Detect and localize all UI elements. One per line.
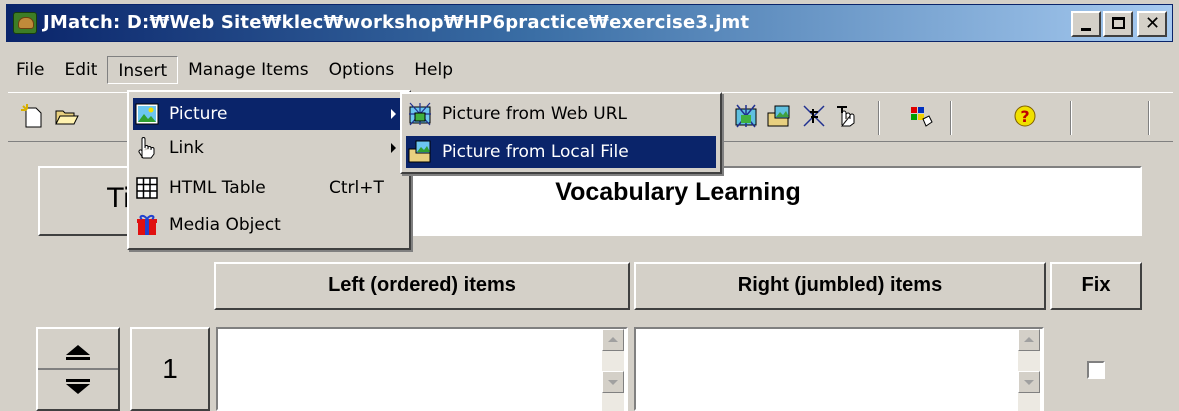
insert-table-shortcut: Ctrl+T (329, 178, 384, 198)
row-number: 1 (130, 327, 210, 411)
move-down-icon-bar (66, 379, 90, 382)
web-picture-icon[interactable] (733, 103, 759, 129)
new-file-icon[interactable] (20, 103, 46, 129)
menu-insert[interactable]: Insert (107, 56, 179, 84)
local-picture-icon[interactable] (766, 103, 792, 129)
reorder-buttons (36, 327, 120, 411)
toolbar-separator (878, 101, 880, 135)
menu-manage-items[interactable]: Manage Items (178, 56, 319, 84)
submenu-arrow-icon (391, 143, 396, 153)
right-item-scrollbar[interactable] (1018, 329, 1040, 411)
picture-submenu: Picture from Web URL Picture from Local … (400, 92, 722, 174)
toolbar-separator (1148, 101, 1150, 135)
scroll-up-icon[interactable] (1018, 329, 1040, 351)
insert-media-label: Media Object (169, 215, 281, 235)
open-folder-icon[interactable] (54, 103, 80, 129)
scroll-down-icon[interactable] (602, 371, 624, 393)
picture-icon (135, 102, 159, 126)
submenu-arrow-icon (391, 109, 396, 119)
insert-link-item[interactable]: Link (133, 132, 405, 164)
palette-icon[interactable] (908, 103, 934, 129)
link-cut-icon[interactable] (834, 103, 860, 129)
insert-link-label: Link (169, 138, 204, 158)
insert-media-item[interactable]: Media Object (133, 209, 405, 241)
toolbar-separator (1070, 101, 1072, 135)
picture-from-local-label: Picture from Local File (442, 142, 629, 162)
scroll-up-icon[interactable] (602, 329, 624, 351)
reorder-divider (38, 368, 118, 370)
menu-bar: File Edit Insert Manage Items Options He… (6, 56, 463, 84)
menu-help[interactable]: Help (404, 56, 463, 84)
table-icon (135, 176, 159, 200)
maximize-icon (1112, 17, 1125, 29)
picture-from-local-item[interactable]: Picture from Local File (406, 136, 716, 168)
left-items-header[interactable]: Left (ordered) items (214, 262, 630, 310)
toolbar-separator (950, 101, 952, 135)
insert-picture-item[interactable]: Picture (133, 98, 405, 130)
close-icon: ✕ (1145, 13, 1161, 34)
minimize-icon (1081, 28, 1091, 31)
title-bar: JMatch: D:₩Web Site₩klec₩workshop₩HP6pra… (6, 4, 1173, 42)
scroll-down-icon[interactable] (1018, 371, 1040, 393)
jmatch-icon[interactable] (13, 12, 37, 34)
link-icon[interactable] (801, 103, 827, 129)
web-picture-icon (408, 102, 432, 126)
fix-checkbox[interactable] (1087, 361, 1105, 379)
picture-from-web-item[interactable]: Picture from Web URL (406, 98, 716, 130)
insert-picture-label: Picture (169, 104, 228, 124)
left-item-input[interactable] (216, 327, 628, 411)
menu-file[interactable]: File (6, 56, 54, 84)
folder-picture-icon (408, 140, 432, 164)
window-title: JMatch: D:₩Web Site₩klec₩workshop₩HP6pra… (43, 12, 750, 33)
hand-link-icon (135, 136, 159, 160)
maximize-button[interactable] (1103, 11, 1133, 37)
right-items-header[interactable]: Right (jumbled) items (634, 262, 1046, 310)
minimize-button[interactable] (1071, 11, 1101, 37)
move-up-icon[interactable] (66, 345, 90, 355)
left-item-scrollbar[interactable] (602, 329, 624, 411)
help-glyph: ? (1020, 107, 1029, 126)
picture-from-web-label: Picture from Web URL (442, 104, 628, 124)
right-item-input[interactable] (634, 327, 1044, 411)
move-down-icon[interactable] (66, 384, 90, 394)
insert-menu: Picture Link HTML Table Ctrl+T Media Obj… (127, 90, 411, 250)
help-icon[interactable]: ? (1012, 103, 1038, 129)
insert-table-label: HTML Table (169, 178, 266, 198)
menu-edit[interactable]: Edit (54, 56, 107, 84)
move-up-icon-bar (66, 357, 90, 360)
close-button[interactable]: ✕ (1137, 11, 1167, 37)
gift-icon (135, 213, 159, 237)
menu-options[interactable]: Options (319, 56, 405, 84)
fix-header[interactable]: Fix (1050, 262, 1142, 310)
insert-table-item[interactable]: HTML Table Ctrl+T (133, 172, 405, 204)
